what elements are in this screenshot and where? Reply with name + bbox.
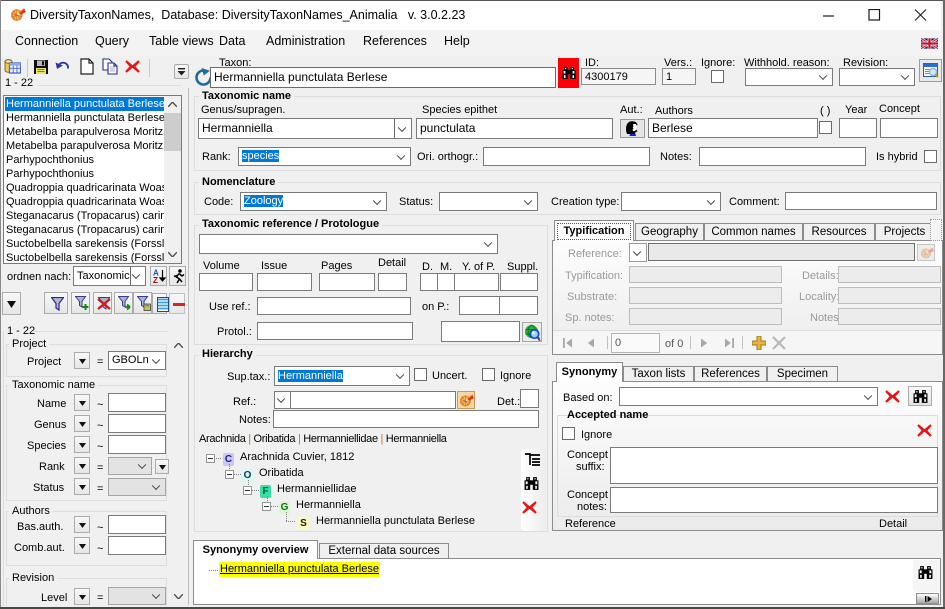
svg-text:Z: Z — [153, 276, 158, 283]
